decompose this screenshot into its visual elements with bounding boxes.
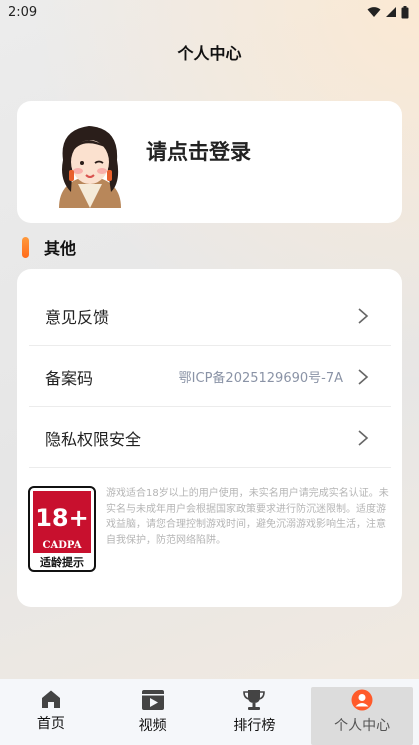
list-item-label: 意见反馈 — [45, 307, 110, 327]
settings-card: 意见反馈 备案码 鄂ICP备2025129690号-7A 隐私权限安全 18+ … — [17, 269, 402, 607]
section-header: 其他 — [22, 236, 76, 258]
page-title: 个人中心 — [177, 44, 242, 63]
tab-profile[interactable]: 个人中心 — [311, 687, 413, 745]
tab-label: 视频 — [138, 718, 167, 734]
status-icons — [367, 5, 409, 19]
list-item-label: 备案码 — [45, 368, 94, 388]
chevron-right-icon — [358, 369, 369, 385]
user-icon — [351, 689, 373, 711]
chevron-right-icon — [358, 430, 369, 446]
status-time: 2:09 — [8, 4, 38, 20]
wifi-icon — [367, 7, 381, 17]
login-prompt[interactable]: 请点击登录 — [146, 136, 251, 166]
badge-org: CADPA — [43, 540, 82, 551]
list-item-icp[interactable]: 备案码 鄂ICP备2025129690号-7A — [29, 347, 391, 407]
video-icon — [141, 690, 164, 710]
icp-number: 鄂ICP备2025129690号-7A — [178, 371, 343, 386]
signal-icon — [386, 7, 396, 17]
tab-ranking[interactable]: 排行榜 — [204, 679, 306, 745]
tab-video[interactable]: 视频 — [102, 679, 204, 745]
bottom-tab-bar: 首页 视频 排行榜 个人中心 — [0, 679, 419, 745]
section-title: 其他 — [44, 239, 77, 258]
badge-number: 18+ — [35, 504, 89, 532]
age-rating-badge: 18+ CADPA 适龄提示 — [28, 486, 96, 572]
avatar[interactable] — [45, 118, 135, 208]
trophy-icon — [243, 690, 266, 710]
tab-home[interactable]: 首页 — [0, 679, 102, 745]
age-rating-notice: 游戏适合18岁以上的用户使用，未实名用户请完成实名认证。未实名与未成年用户会根据… — [106, 488, 389, 546]
badge-caption: 适龄提示 — [40, 555, 84, 569]
age-rating-badge-graphic: 18+ CADPA 适龄提示 — [28, 486, 96, 572]
login-card[interactable]: 请点击登录 — [17, 101, 402, 223]
battery-icon — [401, 5, 409, 18]
list-item-feedback[interactable]: 意见反馈 — [29, 286, 391, 346]
avatar-illustration — [45, 118, 135, 208]
chevron-right-icon — [358, 308, 369, 324]
tab-label: 排行榜 — [233, 718, 276, 734]
home-icon — [41, 690, 60, 708]
list-item-privacy[interactable]: 隐私权限安全 — [29, 408, 391, 468]
tab-label: 个人中心 — [334, 718, 391, 734]
list-item-label: 隐私权限安全 — [45, 429, 142, 449]
tab-label: 首页 — [36, 716, 65, 732]
status-bar: 2:09 — [0, 0, 419, 24]
section-accent-bar — [22, 236, 29, 258]
